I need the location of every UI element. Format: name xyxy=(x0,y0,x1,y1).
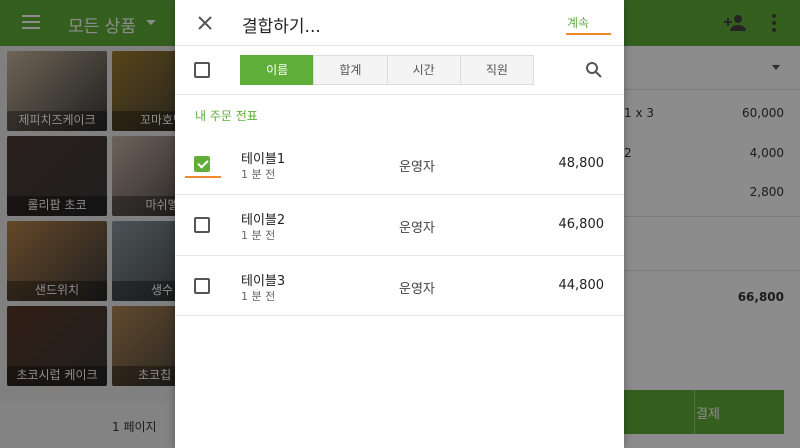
close-icon[interactable] xyxy=(195,13,215,33)
search-icon[interactable] xyxy=(585,61,603,79)
section-label: 내 주문 전표 xyxy=(195,109,258,123)
tab-time[interactable]: 시간 xyxy=(386,55,461,85)
checkbox-underline xyxy=(185,176,221,178)
item-checkbox[interactable] xyxy=(194,278,210,294)
item-amount: 48,800 xyxy=(558,156,605,171)
item-time: 1 분 전 xyxy=(241,168,276,181)
sort-tabs: 이름 합계 시간 직원 xyxy=(240,55,534,85)
item-employee: 운영자 xyxy=(399,160,435,175)
item-amount: 46,800 xyxy=(558,217,605,232)
divider xyxy=(175,94,624,95)
dialog-title: 결합하기... xyxy=(242,17,321,37)
list-item[interactable]: 테이블2 1 분 전 운영자 46,800 xyxy=(175,195,624,255)
item-checkbox[interactable] xyxy=(194,156,210,172)
list-item[interactable]: 테이블1 1 분 전 운영자 48,800 xyxy=(175,134,624,194)
tab-total[interactable]: 합계 xyxy=(313,55,388,85)
item-time: 1 분 전 xyxy=(241,229,276,242)
list-item[interactable]: 테이블3 1 분 전 운영자 44,800 xyxy=(175,256,624,316)
item-time: 1 분 전 xyxy=(241,290,276,303)
select-all-checkbox[interactable] xyxy=(194,62,210,78)
item-name: 테이블1 xyxy=(241,152,286,167)
merge-dialog: 결합하기... 계속 이름 합계 시간 직원 내 주문 전표 테이블1 1 분 … xyxy=(175,0,624,448)
item-employee: 운영자 xyxy=(399,282,435,297)
item-checkbox[interactable] xyxy=(194,217,210,233)
item-employee: 운영자 xyxy=(399,221,435,236)
tab-name[interactable]: 이름 xyxy=(240,55,315,85)
continue-button[interactable]: 계속 xyxy=(567,14,589,31)
item-name: 테이블2 xyxy=(241,213,286,228)
item-name: 테이블3 xyxy=(241,274,286,289)
continue-underline xyxy=(566,33,611,35)
divider xyxy=(175,315,624,316)
item-amount: 44,800 xyxy=(558,278,605,293)
dialog-header: 결합하기... 계속 xyxy=(175,0,624,46)
tab-employee[interactable]: 직원 xyxy=(459,55,534,85)
